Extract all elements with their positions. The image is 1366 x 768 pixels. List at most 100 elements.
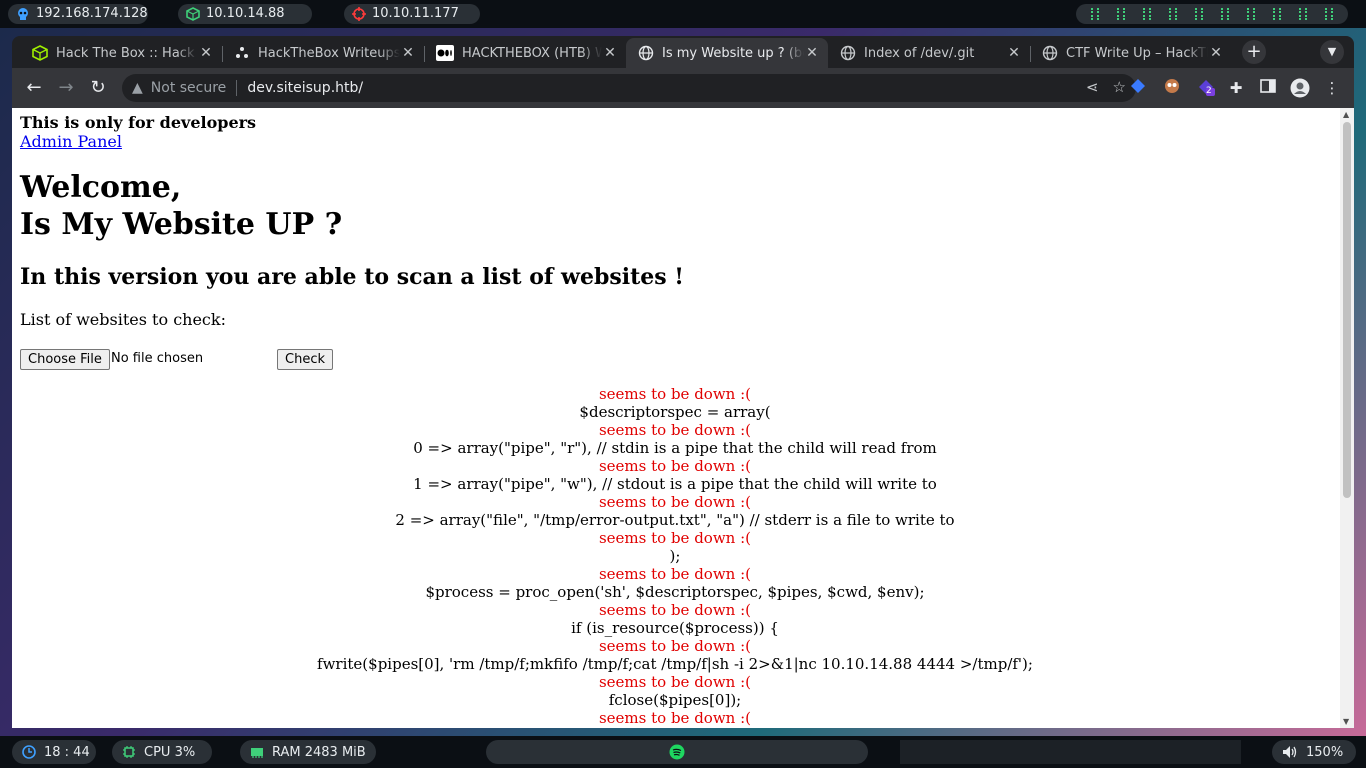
browser-toolbar: ← → ↻ ▲ Not secure dev.siteisup.htb/ ⋖ ☆… [12,68,1354,108]
down-status-line: seems to be down :( [598,673,752,691]
file-status-text: No file chosen [111,351,204,366]
forward-arrow-icon[interactable]: → [54,76,78,100]
code-output-line: fwrite($pipes[0], 'rm /tmp/f;mkfifo /tmp… [317,655,1033,673]
code-output-line: 2 => array("file", "/tmp/error-output.tx… [395,511,955,529]
extension-hacktools-icon[interactable]: 2 [1196,78,1216,98]
menu-kebab-icon[interactable]: ⋮ [1322,78,1342,98]
dots-icon [236,47,248,58]
tray-area [900,740,1241,764]
close-tab-icon[interactable]: ✕ [198,45,214,61]
down-status-line: seems to be down :( [598,565,752,583]
tab-ctf-writeup[interactable]: CTF Write Up – HackTheBox ✕ [1030,38,1232,68]
bookmark-star-icon[interactable]: ☆ [1113,78,1126,96]
local-ip-widget[interactable]: 192.168.174.128 [8,4,148,24]
code-output-line: fclose($pipes[0]); [608,691,742,709]
down-status-line: seems to be down :( [598,601,752,619]
page-viewport: This is only for developers Admin Panel … [12,108,1340,728]
tab-title: Index of /dev/.git [864,45,975,61]
close-tab-icon[interactable]: ✕ [804,45,820,61]
workspace-indicator[interactable] [1076,4,1348,24]
system-top-bar: 192.168.174.128 10.10.14.88 10.10.11.177 [0,0,1366,28]
skull-icon [18,8,28,20]
profile-avatar-icon[interactable] [1290,78,1310,98]
results-list: seems to be down :($descriptorspec = arr… [20,385,1330,727]
check-button[interactable]: Check [277,349,333,370]
ram-widget[interactable]: RAM 2483 MiB [240,740,376,764]
url-text[interactable]: dev.siteisup.htb/ [247,80,363,96]
extension-foxyproxy-icon[interactable] [1162,78,1182,98]
close-tab-icon[interactable]: ✕ [1208,45,1224,61]
clock-text: 18 : 44 [44,744,90,760]
htb-cube-icon [32,45,48,61]
vpn-ip-widget[interactable]: 10.10.14.88 [178,4,312,24]
extensions-puzzle-icon[interactable]: ✚ [1226,78,1246,98]
tab-htb-writeups[interactable]: HackTheBox Writeups ✕ [222,38,424,68]
target-ip-text: 10.10.11.177 [372,6,459,21]
down-status-line: seems to be down :( [598,385,752,403]
down-status-line: seems to be down :( [598,457,752,475]
medium-icon [436,45,454,61]
welcome-heading: Welcome, Is My Website UP ? [20,169,1330,243]
close-tab-icon[interactable]: ✕ [1006,45,1022,61]
close-tab-icon[interactable]: ✕ [400,45,416,61]
admin-panel-link[interactable]: Admin Panel [20,133,122,151]
new-tab-button[interactable]: + [1242,40,1266,64]
down-status-line: seems to be down :( [598,421,752,439]
list-label: List of websites to check: [20,310,226,329]
tab-search-chevron-icon[interactable]: ▼ [1320,40,1344,64]
side-panel-icon[interactable] [1258,78,1278,98]
reload-icon[interactable]: ↻ [86,76,110,100]
share-icon[interactable]: ⋖ [1086,78,1099,96]
local-ip-text: 192.168.174.128 [36,6,148,21]
warning-triangle-icon[interactable]: ▲ [132,80,143,96]
address-bar[interactable]: ▲ Not secure dev.siteisup.htb/ ⋖ ☆ [122,74,1136,102]
down-status-line: seems to be down :( [598,709,752,727]
tab-index-dev-git[interactable]: Index of /dev/.git ✕ [828,38,1030,68]
upload-form: Choose File No file chosen Check [20,349,1330,371]
tab-title: Is my Website up ? (beta) [662,45,804,61]
spotify-icon [669,744,685,760]
code-output-line: 1 => array("pipe", "w"), // stdout is a … [413,475,937,493]
system-bottom-bar: 18 : 44 CPU 3% RAM 2483 MiB 150% [0,736,1366,768]
tab-hackthebox[interactable]: Hack The Box :: Hack The Box ✕ [20,38,222,68]
memory-icon [251,748,263,758]
extension-badge: 2 [1206,86,1212,96]
code-output-line: $descriptorspec = array( [579,403,771,421]
tab-htb-medium[interactable]: HACKTHEBOX (HTB) Writeups ✕ [424,38,626,68]
down-status-line: seems to be down :( [598,637,752,655]
cpu-widget[interactable]: CPU 3% [112,740,212,764]
tab-strip: Hack The Box :: Hack The Box ✕ HackTheBo… [12,36,1354,68]
target-ip-widget[interactable]: 10.10.11.177 [344,4,480,24]
tab-title: HACKTHEBOX (HTB) Writeups [462,45,602,61]
cpu-text: CPU 3% [144,744,196,760]
globe-icon [1042,45,1058,61]
tab-title: CTF Write Up – HackTheBox [1066,45,1208,61]
code-output-line: 0 => array("pipe", "r"), // stdin is a p… [413,439,937,457]
page-scrollbar[interactable]: ▲ ▼ [1340,108,1354,728]
media-widget[interactable] [486,740,868,764]
code-output-line: $process = proc_open('sh', $descriptorsp… [425,583,925,601]
tab-is-my-website-up[interactable]: Is my Website up ? (beta) ✕ [626,38,828,68]
cube-icon [186,7,200,21]
vpn-ip-text: 10.10.14.88 [206,6,285,21]
scroll-up-arrow-icon[interactable]: ▲ [1343,110,1349,119]
page-content: This is only for developers Admin Panel … [20,114,1330,727]
back-arrow-icon[interactable]: ← [22,76,46,100]
globe-icon [840,45,856,61]
browser-window: Hack The Box :: Hack The Box ✕ HackTheBo… [12,36,1354,728]
extension-wappalyzer-icon[interactable] [1128,78,1148,98]
scrollbar-thumb[interactable] [1343,122,1351,498]
welcome-line-2: Is My Website UP ? [20,207,343,242]
clock-widget[interactable]: 18 : 44 [12,740,96,764]
code-output-line: ); [669,547,681,565]
code-output-line: if (is_resource($process)) { [571,619,779,637]
cpu-chip-icon [123,746,135,758]
security-label[interactable]: Not secure [151,80,227,96]
down-status-line: seems to be down :( [598,493,752,511]
choose-file-button[interactable]: Choose File [20,349,110,370]
down-status-line: seems to be down :( [598,529,752,547]
crosshair-icon [352,7,366,21]
close-tab-icon[interactable]: ✕ [602,45,618,61]
volume-widget[interactable]: 150% [1272,740,1356,764]
scroll-down-arrow-icon[interactable]: ▼ [1343,717,1349,726]
